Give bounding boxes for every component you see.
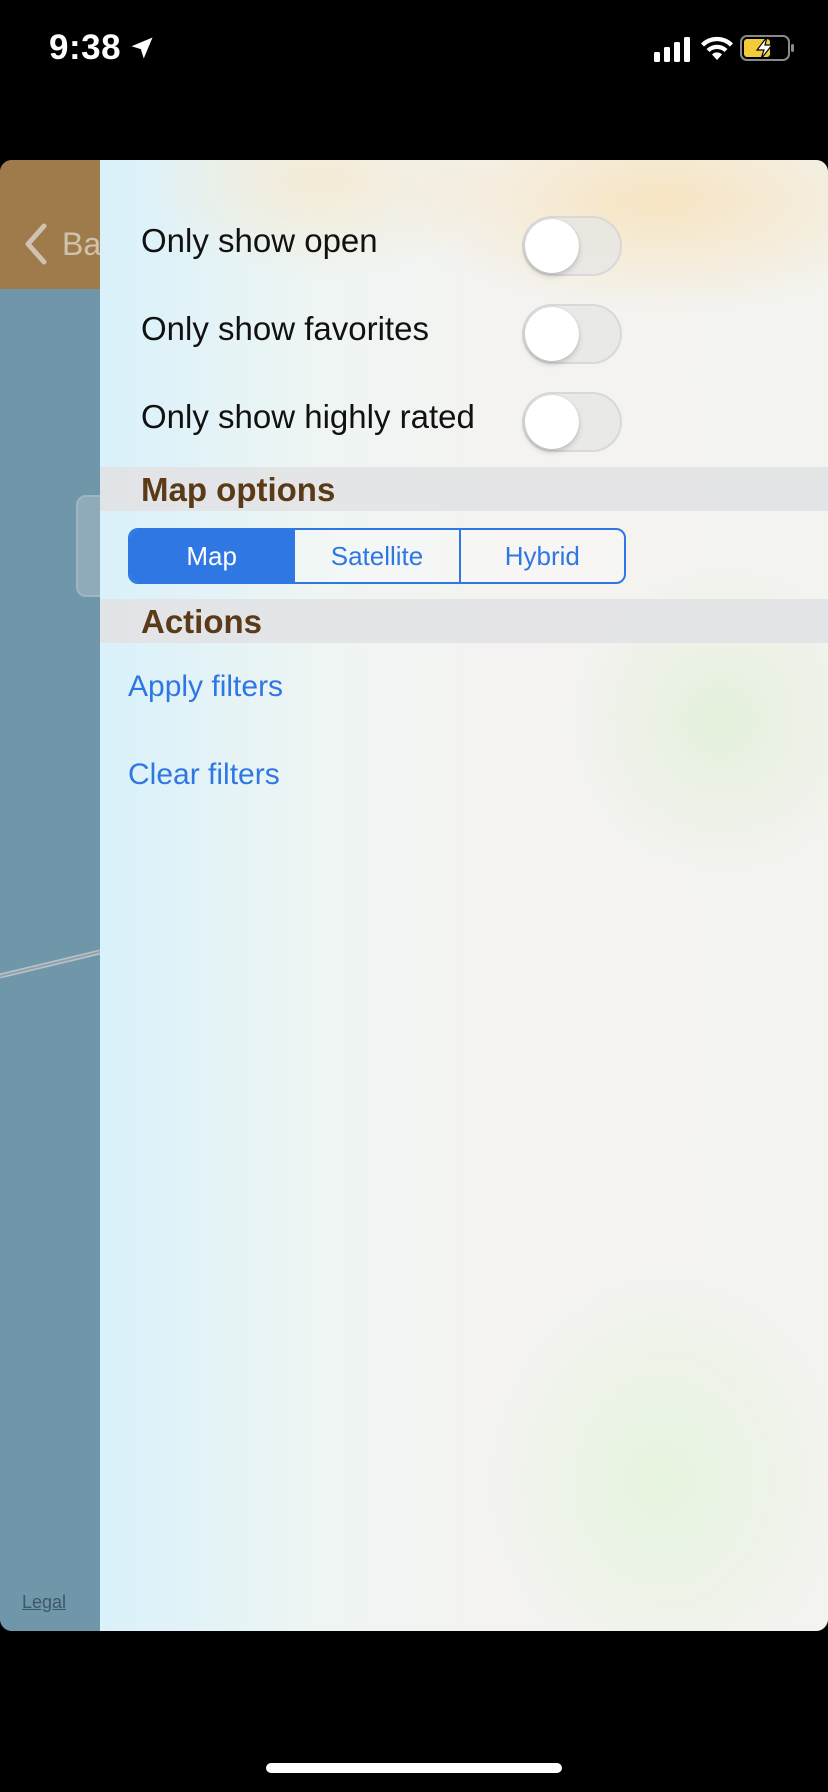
section-header-actions: Actions (100, 599, 828, 643)
filter-row-highly-rated: Only show highly rated (100, 378, 828, 466)
background-nav-bar: Ba (0, 160, 101, 289)
status-bar: 9:38 (0, 0, 828, 100)
map-road-line (0, 949, 100, 979)
filter-label-highly-rated: Only show highly rated (141, 398, 475, 435)
segment-map[interactable]: Map (130, 530, 296, 582)
filter-row-open: Only show open (100, 202, 828, 290)
section-header-map-options: Map options (100, 467, 828, 511)
filter-row-favorites: Only show favorites (100, 290, 828, 378)
toggle-knob (525, 307, 579, 361)
toggle-knob (525, 395, 579, 449)
clear-filters-button[interactable]: Clear filters (128, 758, 280, 792)
back-button-label[interactable]: Ba (62, 226, 101, 263)
section-title-actions: Actions (141, 603, 263, 640)
back-chevron-icon[interactable] (22, 222, 50, 266)
section-title-map-options: Map options (141, 471, 336, 508)
map-type-segmented-control: Map Satellite Hybrid (128, 528, 626, 584)
legal-link[interactable]: Legal (22, 1592, 66, 1613)
cellular-signal-icon (654, 37, 690, 62)
toggle-knob (525, 219, 579, 273)
segment-satellite[interactable]: Satellite (295, 530, 461, 582)
filter-label-open: Only show open (141, 222, 378, 259)
toggle-only-show-favorites[interactable] (522, 304, 622, 364)
segment-hybrid[interactable]: Hybrid (460, 530, 624, 582)
status-time: 9:38 (49, 28, 122, 67)
background-map-screen: Ba Legal (0, 160, 116, 1631)
home-indicator[interactable] (266, 1763, 562, 1773)
filter-label-favorites: Only show favorites (141, 310, 429, 347)
wifi-icon (701, 36, 733, 60)
location-arrow-icon (131, 37, 153, 59)
toggle-only-show-highly-rated[interactable] (522, 392, 622, 452)
apply-filters-button[interactable]: Apply filters (128, 670, 283, 704)
toggle-only-show-open[interactable] (522, 216, 622, 276)
battery-charging-icon (740, 35, 794, 61)
filter-sheet: Ba Legal Only show open Only show favori… (0, 160, 828, 1631)
filter-panel: Only show open Only show favorites Only … (100, 160, 828, 1631)
